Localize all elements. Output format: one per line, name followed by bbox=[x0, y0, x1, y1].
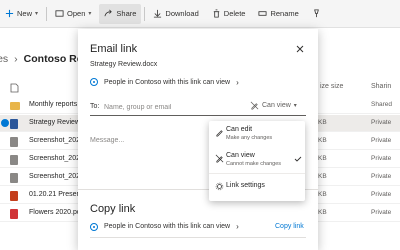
copy-people-text: People in Contoso with this link can vie… bbox=[104, 223, 231, 230]
link-settings-label: Link settings bbox=[226, 182, 265, 189]
breadcrumb-separator-icon: › bbox=[14, 53, 18, 65]
download-label: Download bbox=[165, 9, 199, 18]
open-button[interactable]: Open ▾ bbox=[50, 4, 96, 24]
dialog-title: Email link bbox=[90, 43, 138, 55]
permission-dropdown[interactable]: Can view ▾ bbox=[250, 101, 297, 110]
message-field[interactable]: Message... bbox=[90, 137, 124, 144]
file-sharing: Shared bbox=[371, 101, 392, 108]
pdf-file-icon bbox=[10, 209, 18, 219]
file-sharing: Private bbox=[371, 191, 392, 198]
gear-icon bbox=[215, 182, 224, 191]
rename-button[interactable]: Rename bbox=[253, 4, 303, 24]
menu-item-link-settings[interactable]: Link settings bbox=[209, 179, 305, 195]
file-type-icon bbox=[10, 83, 19, 93]
file-name[interactable]: Screenshot_2020 bbox=[29, 155, 84, 162]
can-edit-title: Can edit bbox=[226, 126, 253, 133]
file-name[interactable]: Screenshot_2020 bbox=[29, 173, 84, 180]
share-icon bbox=[104, 9, 113, 17]
trash-icon bbox=[213, 9, 219, 18]
no-edit-icon bbox=[250, 101, 259, 110]
image-file-icon bbox=[10, 155, 18, 165]
permission-label: Can view bbox=[262, 102, 291, 109]
file-name[interactable]: Screenshot_2020 bbox=[29, 137, 84, 144]
checkmark-icon bbox=[294, 156, 302, 162]
chevron-right-icon: › bbox=[236, 77, 239, 87]
file-name[interactable]: Monthly reports bbox=[29, 101, 77, 108]
menu-divider bbox=[209, 173, 305, 174]
chevron-down-icon: ▾ bbox=[35, 11, 39, 17]
no-edit-icon bbox=[215, 154, 224, 163]
to-field: To: Can view ▾ bbox=[90, 98, 306, 116]
menu-item-can-edit[interactable]: Can edit Make any changes bbox=[209, 125, 305, 146]
open-icon bbox=[55, 10, 64, 17]
rename-label: Rename bbox=[270, 9, 299, 18]
chevron-down-icon: ▾ bbox=[293, 103, 297, 109]
image-file-icon bbox=[10, 137, 18, 147]
file-size: KB bbox=[318, 119, 327, 126]
folder-file-icon bbox=[10, 102, 20, 110]
share-button[interactable]: Share bbox=[99, 3, 142, 24]
toolbar-divider bbox=[46, 6, 48, 21]
download-button[interactable]: Download bbox=[148, 4, 203, 24]
pin-icon bbox=[314, 9, 319, 18]
copy-link-title: Copy link bbox=[90, 203, 136, 215]
file-name: Strategy Review.docx bbox=[90, 61, 158, 68]
open-label: Open bbox=[67, 9, 86, 18]
can-view-description: Cannot make changes bbox=[226, 161, 282, 167]
toolbar-divider bbox=[144, 6, 146, 21]
recipient-input[interactable] bbox=[104, 101, 244, 113]
selected-check-icon[interactable] bbox=[1, 119, 9, 127]
more-button[interactable] bbox=[307, 4, 326, 24]
people-text: People in Contoso with this link can vie… bbox=[104, 78, 231, 86]
column-size[interactable]: ize size bbox=[320, 83, 343, 90]
globe-icon bbox=[90, 222, 98, 231]
can-edit-description: Make any changes bbox=[226, 135, 273, 141]
globe-icon bbox=[90, 78, 98, 86]
file-size: KB bbox=[318, 209, 327, 216]
file-size: KB bbox=[318, 137, 327, 144]
breadcrumb-parent[interactable]: Files bbox=[0, 53, 8, 65]
close-icon[interactable] bbox=[294, 43, 306, 55]
delete-label: Delete bbox=[223, 9, 246, 18]
file-name[interactable]: Strategy Review.d bbox=[29, 119, 85, 126]
file-sharing: Private bbox=[371, 137, 392, 144]
permission-menu: Can edit Make any changes Can view Canno… bbox=[209, 121, 305, 201]
file-sharing: Private bbox=[371, 119, 392, 126]
copy-link-settings[interactable]: People in Contoso with this link can vie… bbox=[90, 222, 239, 231]
copy-link-divider bbox=[90, 237, 306, 238]
column-sharing[interactable]: Sharin bbox=[371, 83, 391, 90]
word-file-icon bbox=[10, 119, 18, 129]
chevron-down-icon: ▾ bbox=[88, 11, 92, 17]
plus-icon bbox=[5, 9, 14, 18]
link-settings-summary[interactable]: People in Contoso with this link can vie… bbox=[90, 75, 239, 89]
file-sharing: Private bbox=[371, 173, 392, 180]
file-sharing: Private bbox=[371, 155, 392, 162]
command-bar: New ▾ Open ▾ Share Download Delete Renam… bbox=[0, 0, 400, 28]
file-name[interactable]: Flowers 2020.pd bbox=[29, 209, 81, 216]
download-icon bbox=[154, 9, 162, 18]
can-view-title: Can view bbox=[226, 152, 255, 159]
delete-button[interactable]: Delete bbox=[207, 4, 251, 24]
copy-link-button[interactable]: Copy link bbox=[275, 223, 304, 230]
to-label: To: bbox=[90, 103, 100, 110]
ppt-file-icon bbox=[10, 191, 18, 201]
pencil-icon bbox=[216, 130, 223, 137]
rename-icon bbox=[258, 11, 267, 16]
file-sharing: Private bbox=[371, 209, 392, 216]
share-label: Share bbox=[116, 9, 137, 18]
image-file-icon bbox=[10, 173, 18, 183]
menu-item-can-view[interactable]: Can view Cannot make changes bbox=[209, 151, 305, 172]
file-size: KB bbox=[318, 155, 327, 162]
file-size: KB bbox=[318, 191, 327, 198]
chevron-right-icon: › bbox=[236, 222, 239, 231]
file-size: KB bbox=[318, 173, 327, 180]
new-label: New bbox=[17, 9, 33, 18]
new-button[interactable]: New ▾ bbox=[0, 4, 43, 24]
